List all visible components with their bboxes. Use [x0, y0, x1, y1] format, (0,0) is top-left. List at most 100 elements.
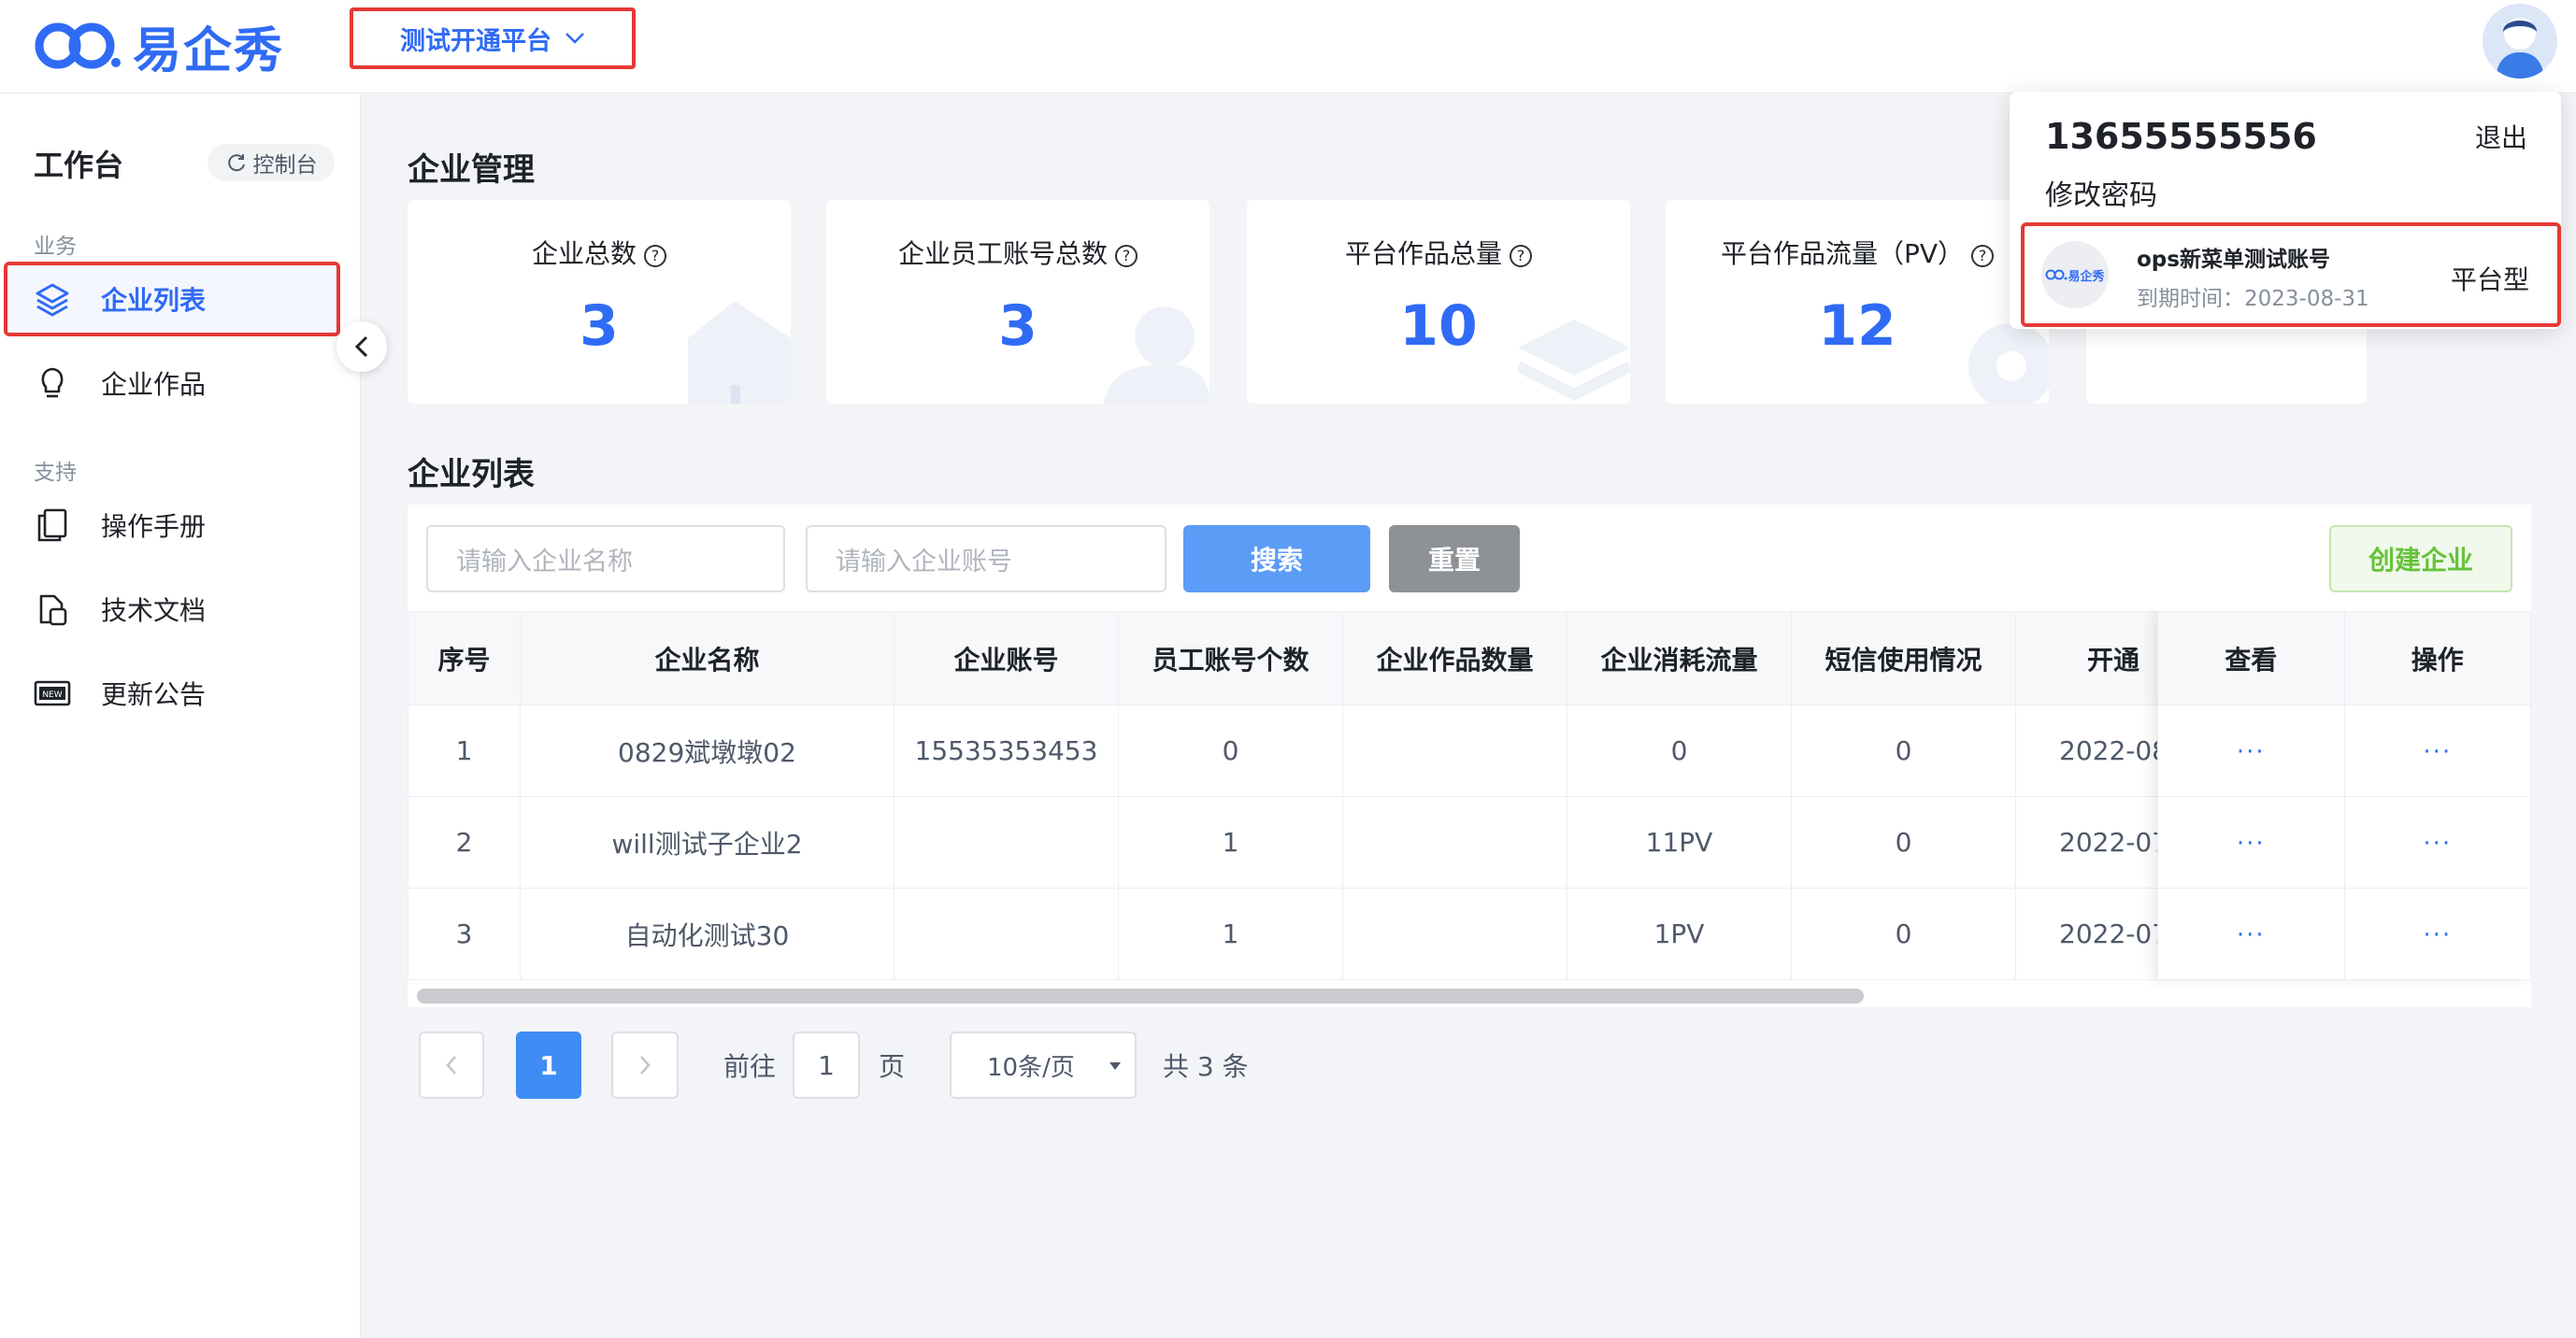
col-header[interactable]: 企业作品数量 [1342, 611, 1567, 705]
help-icon[interactable]: ? [644, 244, 666, 267]
top-header: 易企秀 测试开通平台 [0, 0, 2576, 93]
sidebar-title: 工作台 [34, 148, 124, 183]
logo-mark-icon [2045, 269, 2068, 280]
actions-more-button[interactable]: ··· [2423, 921, 2452, 949]
col-header[interactable]: 序号 [408, 611, 521, 705]
cell-works [1342, 796, 1567, 889]
user-popover: 13655555556 退出 修改密码 易企秀 ops新菜单测试账号 到期时间：… [2010, 92, 2561, 329]
chevron-left-icon [446, 1056, 456, 1075]
cell-account [894, 888, 1119, 980]
col-header[interactable]: 企业名称 [520, 611, 894, 705]
search-button[interactable]: 搜索 [1183, 525, 1370, 592]
sidebar-item-company-list[interactable]: 企业列表 [4, 262, 340, 336]
page-size-select[interactable]: 10条/页 [950, 1032, 1137, 1099]
cell-works [1342, 888, 1567, 980]
sidebar-item-announcements[interactable]: NEW 更新公告 [7, 656, 338, 731]
logo[interactable]: 易企秀 [34, 13, 285, 79]
console-button[interactable]: 控制台 [208, 144, 335, 181]
refresh-icon [227, 154, 245, 172]
sidebar-item-label: 企业列表 [101, 285, 207, 316]
reset-button[interactable]: 重置 [1389, 525, 1520, 592]
chevron-down-icon [565, 33, 584, 44]
sidebar-item-tech-docs[interactable]: 技术文档 [7, 572, 338, 647]
stat-value: 3 [998, 293, 1038, 359]
cell-traffic: 11PV [1567, 796, 1792, 889]
create-company-button[interactable]: 创建企业 [2329, 525, 2512, 592]
view-more-button[interactable]: ··· [2237, 738, 2266, 766]
table-row[interactable]: 3 自动化测试30 1 1PV 0 2022-07 [408, 888, 2240, 980]
sidebar-item-company-works[interactable]: 企业作品 [7, 346, 338, 420]
avatar-icon [2483, 4, 2557, 78]
account-name: ops新菜单测试账号 [2137, 248, 2330, 272]
logo-text: 易企秀 [133, 22, 285, 79]
stat-value: 3 [580, 293, 619, 359]
logout-link[interactable]: 退出 [2475, 118, 2527, 155]
cell-traffic: 0 [1567, 705, 1792, 797]
col-header-view: 查看 [2157, 611, 2345, 705]
col-header[interactable]: 企业账号 [894, 611, 1119, 705]
view-more-button[interactable]: ··· [2237, 921, 2266, 949]
help-icon[interactable]: ? [1115, 244, 1138, 267]
stat-label: 企业员工账号总数? [826, 234, 1209, 271]
cell-sms: 0 [1791, 796, 2016, 889]
sidebar-item-manual[interactable]: 操作手册 [7, 488, 338, 562]
sidebar-group-support: 支持 [34, 461, 77, 485]
page-size-value: 10条/页 [987, 1053, 1075, 1082]
svg-text:NEW: NEW [42, 690, 62, 700]
help-icon[interactable]: ? [1510, 244, 1532, 267]
goto-page-input[interactable]: 1 [793, 1032, 860, 1099]
view-more-button[interactable]: ··· [2237, 830, 2266, 858]
company-account-input[interactable]: 请输入企业账号 [806, 525, 1166, 592]
change-password-link[interactable]: 修改密码 [2045, 172, 2157, 213]
cell-no: 3 [408, 888, 521, 980]
cell-account: 15535353453 [894, 705, 1119, 797]
cell-traffic: 1PV [1567, 888, 1792, 980]
account-card[interactable]: 易企秀 ops新菜单测试账号 到期时间：2023-08-31 平台型 [2021, 222, 2561, 327]
cell-name: 自动化测试30 [520, 888, 894, 980]
col-header[interactable]: 企业消耗流量 [1567, 611, 1792, 705]
platform-switcher[interactable]: 测试开通平台 [350, 7, 636, 69]
cell-no: 1 [408, 705, 521, 797]
logo-mark-icon [35, 22, 121, 69]
actions-more-button[interactable]: ··· [2423, 830, 2452, 858]
company-name-input[interactable]: 请输入企业名称 [426, 525, 785, 592]
goto-label: 前往 [723, 1051, 776, 1082]
stat-label: 企业总数? [408, 234, 791, 271]
page-suffix: 页 [878, 1051, 905, 1082]
stat-card-companies: 企业总数? 3 [408, 200, 791, 404]
table-main: 序号 企业名称 企业账号 员工账号个数 企业作品数量 企业消耗流量 短信使用情况… [408, 611, 2240, 980]
help-icon[interactable]: ? [1971, 244, 1995, 267]
cell-staff: 1 [1118, 888, 1343, 980]
col-header[interactable]: 短信使用情况 [1791, 611, 2016, 705]
layers-icon [34, 280, 71, 318]
cell-no: 2 [408, 796, 521, 889]
collapse-sidebar-button[interactable] [336, 321, 387, 372]
stat-value: 12 [1818, 293, 1896, 359]
table-row-actions: ··· ··· [2157, 705, 2531, 797]
page-number-current[interactable]: 1 [516, 1032, 581, 1099]
platform-label: 测试开通平台 [400, 26, 551, 56]
next-page-button[interactable] [611, 1032, 679, 1099]
management-title: 企业管理 [408, 151, 535, 189]
chevron-left-icon [354, 335, 368, 358]
actions-more-button[interactable]: ··· [2423, 738, 2452, 766]
cell-sms: 0 [1791, 705, 2016, 797]
sidebar-item-label: 技术文档 [101, 595, 207, 626]
table-row[interactable]: 2 will测试子企业2 1 11PV 0 2022-07 [408, 796, 2240, 889]
stat-label: 平台作品流量（PV）? [1666, 234, 2049, 271]
user-avatar[interactable] [2483, 4, 2557, 78]
copy-doc-icon [34, 506, 71, 544]
prev-page-button[interactable] [419, 1032, 484, 1099]
stat-card-traffic: 平台作品流量（PV）? 12 [1666, 200, 2049, 404]
cell-staff: 1 [1118, 796, 1343, 889]
caret-down-icon [1109, 1062, 1121, 1070]
table-row[interactable]: 1 0829斌墩墩02 15535353453 0 0 0 2022-08 [408, 705, 2240, 797]
cell-sms: 0 [1791, 888, 2016, 980]
cell-account [894, 796, 1119, 889]
cell-name: will测试子企业2 [520, 796, 894, 889]
table-header-row: 序号 企业名称 企业账号 员工账号个数 企业作品数量 企业消耗流量 短信使用情况… [408, 611, 2240, 705]
col-header[interactable]: 员工账号个数 [1118, 611, 1343, 705]
horizontal-scrollbar[interactable] [417, 989, 1864, 1004]
user-phone: 13655555556 [2045, 116, 2317, 157]
list-title: 企业列表 [408, 456, 535, 493]
